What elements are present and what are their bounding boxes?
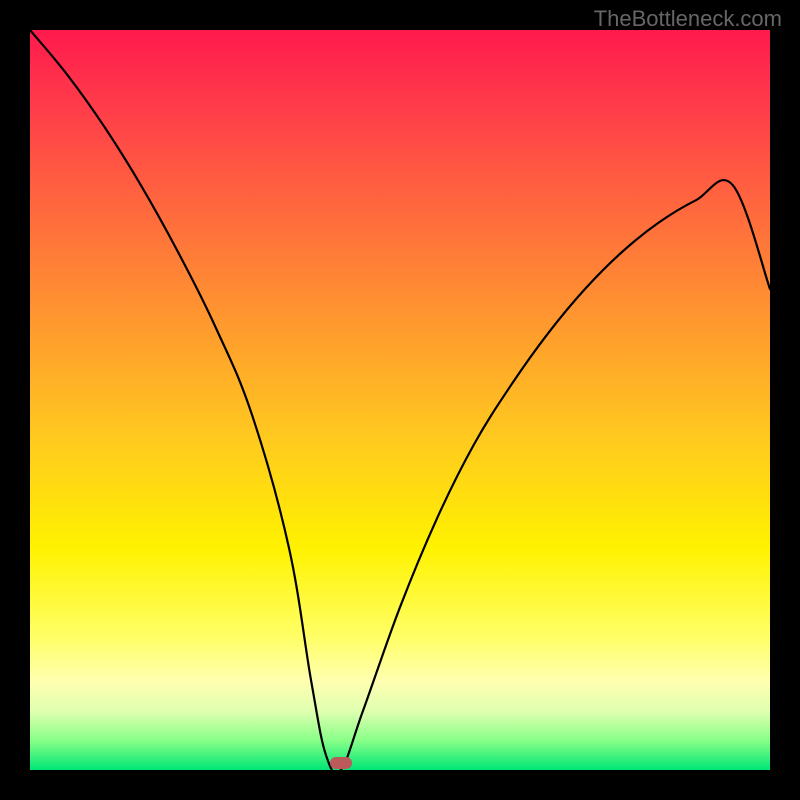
optimal-marker (330, 757, 352, 769)
watermark-text: TheBottleneck.com (594, 6, 782, 32)
plot-area (30, 30, 770, 770)
bottleneck-curve (30, 30, 770, 770)
